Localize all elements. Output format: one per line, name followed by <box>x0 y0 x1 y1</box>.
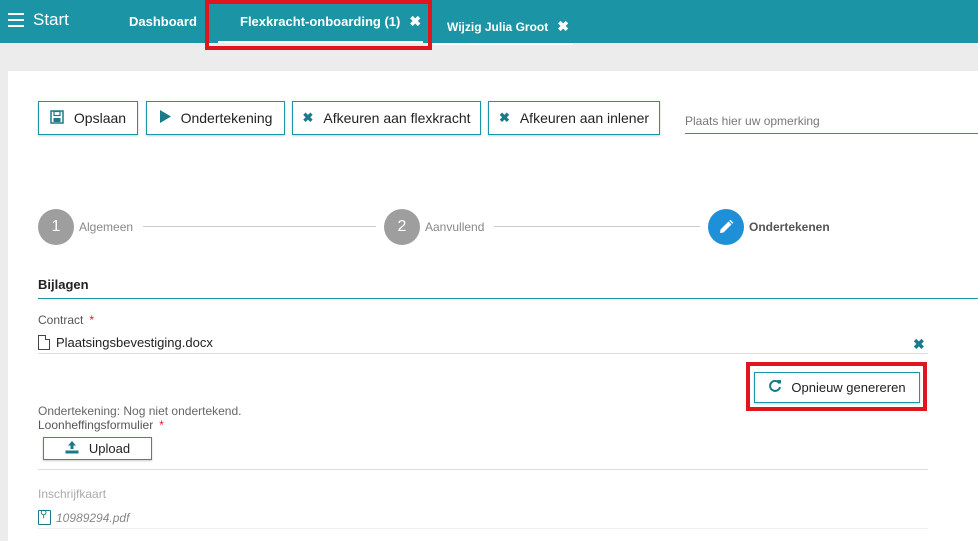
reject-flex-label: Afkeuren aan flexkracht <box>323 110 471 126</box>
remark-input[interactable] <box>685 108 978 134</box>
onboarding-form-panel: Opslaan Ondertekening ✖ Afkeuren aan fle… <box>8 71 978 541</box>
remove-file-icon[interactable]: ✖ <box>913 336 925 353</box>
upload-button-label: Upload <box>88 441 131 456</box>
reject-to-hirer-button[interactable]: ✖ Afkeuren aan inlener <box>488 101 660 135</box>
registration-card-label: Inschrijfkaart <box>38 487 107 501</box>
document-icon <box>38 335 50 350</box>
pdf-file-icon <box>38 509 51 525</box>
close-icon[interactable]: ✖ <box>557 18 569 35</box>
top-navigation-bar: Start Dashboard Flexkracht-onboarding (1… <box>0 0 978 45</box>
field-underline <box>38 353 928 354</box>
sign-button-label: Ondertekening <box>180 110 273 126</box>
save-button-label: Opslaan <box>73 110 127 126</box>
close-icon: ✖ <box>302 110 314 125</box>
step-connector <box>494 226 700 227</box>
reject-to-flexworker-button[interactable]: ✖ Afkeuren aan flexkracht <box>292 101 481 135</box>
tab-dashboard-label: Dashboard <box>129 14 197 29</box>
signature-status: Ondertekening: Nog niet ondertekend. <box>38 404 242 418</box>
hamburger-menu-icon[interactable] <box>8 13 24 27</box>
payroll-form-label: Loonheffingsformulier * <box>38 418 164 432</box>
step-3-label: Ondertekenen <box>749 220 830 234</box>
section-divider <box>38 298 978 299</box>
step-1-circle[interactable]: 1 <box>38 209 74 245</box>
start-menu-link[interactable]: Start <box>33 10 69 30</box>
close-icon: ✖ <box>498 110 510 125</box>
step-2-label: Aanvullend <box>425 220 485 234</box>
registration-file-link[interactable]: 10989294.pdf <box>56 511 129 525</box>
save-button[interactable]: Opslaan <box>38 101 138 135</box>
sign-button[interactable]: Ondertekening <box>146 101 285 135</box>
contract-label-text: Contract <box>38 313 84 327</box>
contract-file-row: Plaatsingsbevestiging.docx <box>38 335 926 350</box>
tab-wijzig-julia-groot[interactable]: Wijzig Julia Groot ✖ <box>434 5 573 48</box>
reject-inlener-label: Afkeuren aan inlener <box>519 110 650 126</box>
step-2-circle[interactable]: 2 <box>384 209 420 245</box>
registration-file-row: 10989294.pdf <box>38 509 129 525</box>
payroll-label-text: Loonheffingsformulier <box>38 418 154 432</box>
step-1-label: Algemeen <box>79 220 134 234</box>
upload-icon <box>65 440 79 457</box>
contract-file-link[interactable]: Plaatsingsbevestiging.docx <box>56 335 213 350</box>
upload-button[interactable]: Upload <box>43 437 152 460</box>
play-icon <box>159 110 171 126</box>
highlight-frame <box>205 0 432 50</box>
required-marker: * <box>89 313 95 327</box>
highlight-frame <box>746 362 927 411</box>
floppy-disk-icon <box>50 109 64 127</box>
attachments-heading: Bijlagen <box>38 277 89 292</box>
tab-julia-label: Wijzig Julia Groot <box>447 19 549 34</box>
step-3-pencil-icon[interactable] <box>708 209 744 245</box>
field-underline <box>38 469 928 470</box>
tab-dashboard[interactable]: Dashboard <box>129 0 197 43</box>
required-marker: * <box>159 418 164 432</box>
field-underline <box>38 528 928 529</box>
contract-label: Contract * <box>38 313 94 327</box>
step-connector <box>143 226 376 227</box>
